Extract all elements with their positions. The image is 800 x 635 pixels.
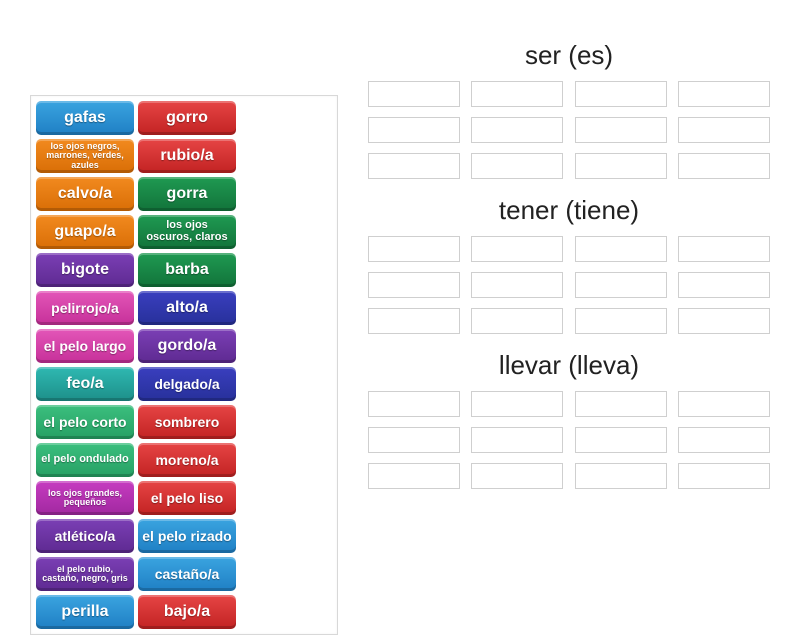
draggable-tile[interactable]: los ojos negros, marrones, verdes, azule…: [36, 139, 134, 173]
draggable-tile[interactable]: bajo/a: [138, 595, 236, 629]
drop-slot[interactable]: [471, 391, 563, 417]
drop-slot[interactable]: [678, 391, 770, 417]
drop-slot[interactable]: [678, 236, 770, 262]
drop-slot[interactable]: [678, 81, 770, 107]
drop-slot[interactable]: [471, 427, 563, 453]
draggable-tile[interactable]: gorro: [138, 101, 236, 135]
draggable-tile[interactable]: feo/a: [36, 367, 134, 401]
draggable-tile[interactable]: el pelo rubio, castaño, negro, gris: [36, 557, 134, 591]
slot-row: [368, 81, 770, 107]
drop-slot[interactable]: [368, 463, 460, 489]
draggable-tile[interactable]: barba: [138, 253, 236, 287]
drop-slot[interactable]: [368, 153, 460, 179]
draggable-tile[interactable]: el pelo largo: [36, 329, 134, 363]
draggable-tile[interactable]: el pelo liso: [138, 481, 236, 515]
drop-slot[interactable]: [575, 117, 667, 143]
drop-slot[interactable]: [368, 272, 460, 298]
drop-slot[interactable]: [678, 427, 770, 453]
draggable-tile[interactable]: el pelo corto: [36, 405, 134, 439]
draggable-tile[interactable]: calvo/a: [36, 177, 134, 211]
slot-row: [368, 272, 770, 298]
tiles-source-panel: gafasgorrolos ojos negros, marrones, ver…: [30, 95, 338, 635]
draggable-tile[interactable]: pelirrojo/a: [36, 291, 134, 325]
draggable-tile[interactable]: los ojos grandes, pequeños: [36, 481, 134, 515]
draggable-tile[interactable]: castaño/a: [138, 557, 236, 591]
drop-slot[interactable]: [575, 308, 667, 334]
drop-slot[interactable]: [368, 427, 460, 453]
draggable-tile[interactable]: el pelo ondulado: [36, 443, 134, 477]
drop-groups-panel: ser (es) tener (tiene) llevar (lleva): [338, 0, 800, 600]
drop-slot[interactable]: [678, 272, 770, 298]
sorting-activity: gafasgorrolos ojos negros, marrones, ver…: [0, 0, 800, 600]
draggable-tile[interactable]: bigote: [36, 253, 134, 287]
draggable-tile[interactable]: perilla: [36, 595, 134, 629]
draggable-tile[interactable]: los ojos oscuros, claros: [138, 215, 236, 249]
drop-slot[interactable]: [575, 272, 667, 298]
slot-row: [368, 236, 770, 262]
draggable-tile[interactable]: moreno/a: [138, 443, 236, 477]
drop-slot[interactable]: [368, 117, 460, 143]
drop-slot[interactable]: [678, 308, 770, 334]
draggable-tile[interactable]: sombrero: [138, 405, 236, 439]
drop-slot[interactable]: [575, 236, 667, 262]
draggable-tile[interactable]: gorra: [138, 177, 236, 211]
drop-slot[interactable]: [575, 81, 667, 107]
drop-slot[interactable]: [678, 463, 770, 489]
slot-row: [368, 153, 770, 179]
drop-slot[interactable]: [471, 153, 563, 179]
slot-row: [368, 427, 770, 453]
drop-group: ser (es): [368, 40, 770, 179]
drop-slot[interactable]: [471, 117, 563, 143]
drop-slot[interactable]: [368, 391, 460, 417]
draggable-tile[interactable]: atlético/a: [36, 519, 134, 553]
drop-slot[interactable]: [575, 427, 667, 453]
drop-slot[interactable]: [575, 153, 667, 179]
drop-group: llevar (lleva): [368, 350, 770, 489]
drop-slot[interactable]: [368, 81, 460, 107]
drop-slot[interactable]: [678, 153, 770, 179]
drop-slot[interactable]: [471, 272, 563, 298]
drop-slot[interactable]: [368, 308, 460, 334]
group-title: ser (es): [368, 40, 770, 71]
drop-slot[interactable]: [678, 117, 770, 143]
drop-slot[interactable]: [471, 236, 563, 262]
drop-slot[interactable]: [575, 463, 667, 489]
group-title: tener (tiene): [368, 195, 770, 226]
drop-slot[interactable]: [575, 391, 667, 417]
slot-row: [368, 391, 770, 417]
slot-row: [368, 308, 770, 334]
drop-slot[interactable]: [471, 308, 563, 334]
group-title: llevar (lleva): [368, 350, 770, 381]
slot-row: [368, 463, 770, 489]
draggable-tile[interactable]: guapo/a: [36, 215, 134, 249]
draggable-tile[interactable]: gafas: [36, 101, 134, 135]
drop-slot[interactable]: [471, 81, 563, 107]
draggable-tile[interactable]: delgado/a: [138, 367, 236, 401]
drop-slot[interactable]: [471, 463, 563, 489]
draggable-tile[interactable]: alto/a: [138, 291, 236, 325]
draggable-tile[interactable]: rubio/a: [138, 139, 236, 173]
draggable-tile[interactable]: el pelo rizado: [138, 519, 236, 553]
draggable-tile[interactable]: gordo/a: [138, 329, 236, 363]
drop-slot[interactable]: [368, 236, 460, 262]
slot-row: [368, 117, 770, 143]
drop-group: tener (tiene): [368, 195, 770, 334]
